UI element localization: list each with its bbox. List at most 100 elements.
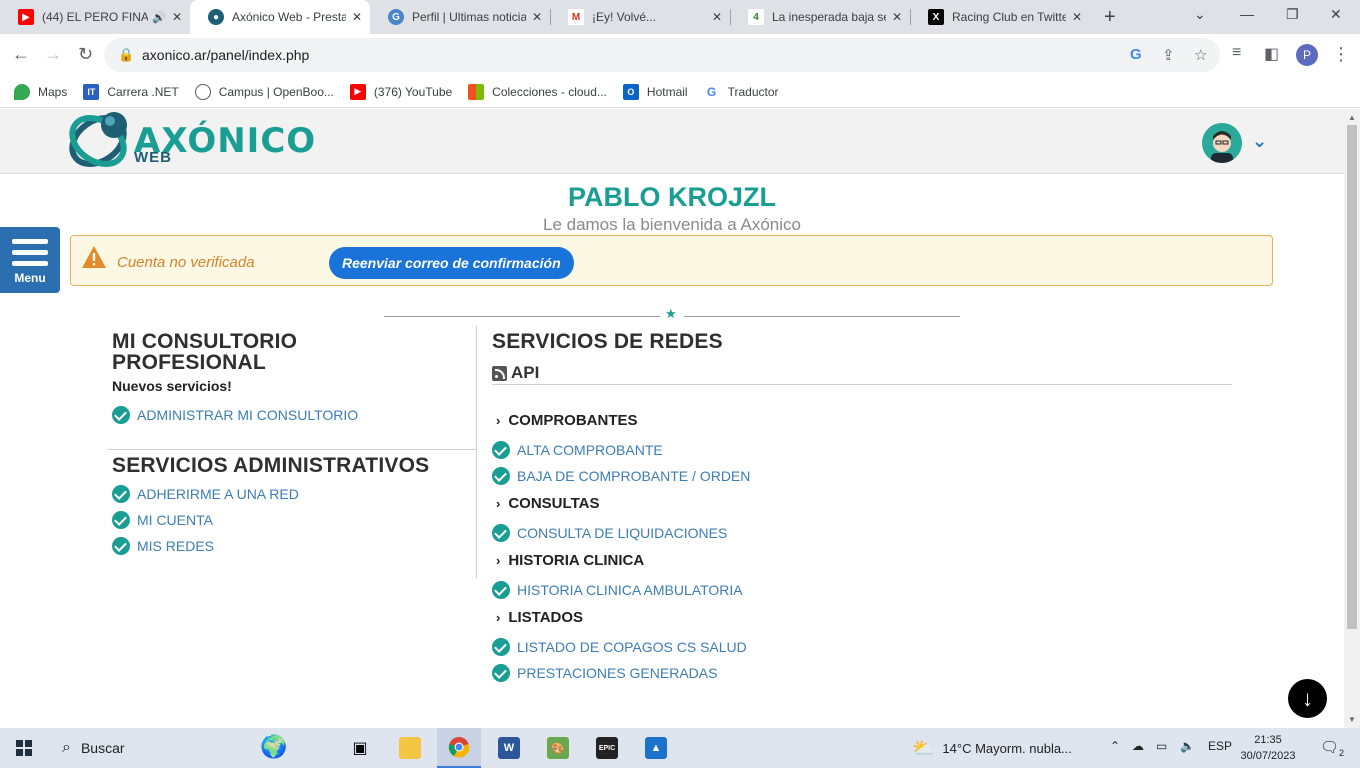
consulta-liquidaciones-link[interactable]: CONSULTA DE LIQUIDACIONES (492, 524, 727, 542)
onedrive-icon[interactable]: ☁ (1132, 739, 1144, 753)
administrar-consultorio-link[interactable]: ADMINISTRAR MI CONSULTORIO (112, 406, 358, 424)
epic-games-icon[interactable]: EPIC (585, 728, 629, 768)
tray-chevron-icon[interactable]: ⌃ (1110, 739, 1120, 753)
prestaciones-generadas-link[interactable]: PRESTACIONES GENERADAS (492, 664, 717, 682)
menu-button[interactable]: Menu (0, 227, 60, 293)
tab-strip: ▶ (44) EL PERO FINA 🔊 ✕ ● Axónico Web - … (0, 0, 1360, 34)
file-explorer-icon[interactable] (388, 728, 432, 768)
bookmark-hotmail[interactable]: O Hotmail (622, 83, 688, 100)
group-listados[interactable]: › LISTADOS (496, 609, 583, 626)
speaker-icon[interactable]: 🔊 (152, 11, 166, 24)
alta-comprobante-link[interactable]: ALTA COMPROBANTE (492, 441, 663, 459)
bookmark-maps[interactable]: Maps (14, 83, 68, 100)
user-name: PABLO KROJZL (568, 182, 776, 212)
bookmark-colecciones[interactable]: Colecciones - cloud... (468, 83, 607, 100)
tab-perfil[interactable]: G Perfil | Ultimas noticia ✕ (370, 0, 550, 34)
close-icon[interactable]: ✕ (1072, 10, 1082, 24)
window-close-icon[interactable]: ✕ (1330, 6, 1342, 23)
scroll-up-arrow-icon[interactable]: ▲ (1348, 113, 1356, 122)
bookmark-label: Campus | OpenBoo... (218, 84, 334, 99)
paint-icon[interactable]: 🎨 (536, 728, 580, 768)
reading-list-icon[interactable]: ≡ (1232, 44, 1241, 62)
mis-redes-link[interactable]: MIS REDES (112, 537, 214, 555)
bookmark-label: Maps (38, 84, 68, 99)
tab-ole[interactable]: 4 La inesperada baja se ✕ (730, 0, 910, 34)
dotnet-icon: IT (83, 83, 100, 100)
url-text[interactable]: axonico.ar/panel/index.php (142, 47, 309, 63)
alert-message: Cuenta no verificada (117, 254, 255, 271)
axonico-logo[interactable]: AXÓNICO WEB (68, 109, 318, 173)
bookmark-traductor[interactable]: G Traductor (703, 83, 779, 100)
tab-search-icon[interactable]: ⌄ (1194, 6, 1206, 23)
profile-avatar[interactable]: P (1296, 44, 1318, 66)
restore-icon[interactable]: ❐ (1286, 6, 1299, 23)
scroll-down-arrow-icon[interactable]: ▼ (1348, 715, 1356, 724)
word-icon[interactable]: W (487, 728, 531, 768)
bookmark-campus[interactable]: Campus | OpenBoo... (194, 83, 334, 100)
notifications-icon[interactable]: 🗨2 (1320, 738, 1344, 758)
back-icon[interactable]: ← (12, 44, 30, 65)
windows-start-icon[interactable] (16, 740, 32, 756)
check-circle-icon (112, 537, 130, 555)
group-comprobantes[interactable]: › COMPROBANTES (496, 412, 638, 429)
link-label: ALTA COMPROBANTE (517, 442, 663, 458)
new-tab-button[interactable]: + (1104, 6, 1116, 29)
group-label: CONSULTAS (508, 495, 600, 512)
weather-widget[interactable]: ⛅ 14°C Mayorm. nubla... (912, 738, 1072, 759)
side-panel-icon[interactable]: ◧ (1264, 44, 1279, 64)
taskbar-clock[interactable]: 21:35 30/07/2023 (1236, 732, 1300, 764)
tab-gmail[interactable]: M ¡Ey! Volvé... ✕ (550, 0, 730, 34)
volume-icon[interactable]: 🔈 (1180, 739, 1195, 753)
lock-icon[interactable]: 🔒 (118, 47, 134, 63)
api-link[interactable]: API (492, 363, 539, 383)
maps-icon (14, 83, 30, 100)
taskbar-search[interactable]: ⌕ Buscar 🌍 (48, 728, 338, 768)
chrome-icon[interactable] (437, 728, 481, 768)
group-consultas[interactable]: › CONSULTAS (496, 495, 599, 512)
listado-copagos-link[interactable]: LISTADO DE COPAGOS CS SALUD (492, 638, 747, 656)
adherirme-red-link[interactable]: ADHERIRME A UNA RED (112, 485, 299, 503)
photos-icon[interactable]: ▲ (634, 728, 678, 768)
scroll-down-button[interactable]: ↓ (1288, 679, 1327, 718)
check-circle-icon (112, 406, 130, 424)
user-avatar[interactable] (1202, 123, 1242, 163)
check-circle-icon (112, 485, 130, 503)
network-icon[interactable]: ▭ (1156, 739, 1167, 753)
tab-axonico[interactable]: ● Axónico Web - Presta ✕ (190, 0, 370, 34)
scrollbar-thumb[interactable] (1347, 125, 1357, 629)
outlook-icon: O (622, 83, 639, 100)
share-icon[interactable]: ⇪ (1162, 46, 1175, 64)
chevron-down-icon[interactable]: ⌄ (1252, 131, 1267, 152)
close-icon[interactable]: ✕ (892, 10, 902, 24)
forward-icon[interactable]: → (44, 44, 62, 65)
page-scrollbar[interactable]: ▲ ▼ (1344, 109, 1360, 728)
tab-twitter[interactable]: X Racing Club en Twitte ✕ (910, 0, 1090, 34)
google-lens-icon[interactable]: G (1130, 46, 1142, 63)
language-indicator[interactable]: ESP (1208, 739, 1232, 753)
bookmark-star-icon[interactable]: ☆ (1194, 46, 1207, 64)
close-icon[interactable]: ✕ (532, 10, 542, 24)
resend-confirmation-button[interactable]: Reenviar correo de confirmación (329, 247, 574, 279)
check-circle-icon (492, 638, 510, 656)
more-menu-icon[interactable]: ⋮ (1332, 44, 1350, 65)
bookmark-label: (376) YouTube (373, 84, 453, 99)
group-historia-clinica[interactable]: › HISTORIA CLINICA (496, 552, 644, 569)
consultorio-subtitle: Nuevos servicios! (112, 378, 232, 394)
link-label: BAJA DE COMPROBANTE / ORDEN (517, 468, 751, 484)
close-icon[interactable]: ✕ (172, 10, 182, 24)
mi-cuenta-link[interactable]: MI CUENTA (112, 511, 213, 529)
baja-comprobante-link[interactable]: BAJA DE COMPROBANTE / ORDEN (492, 467, 750, 485)
divider-line (384, 316, 660, 317)
bookmark-youtube[interactable]: ▶ (376) YouTube (349, 83, 453, 100)
task-view-icon[interactable]: ▣ (338, 728, 382, 768)
tab-youtube[interactable]: ▶ (44) EL PERO FINA 🔊 ✕ (0, 0, 190, 34)
address-bar[interactable]: 🔒 axonico.ar/panel/index.php G ⇪ ☆ (104, 38, 1220, 72)
youtube-icon: ▶ (18, 9, 34, 25)
close-icon[interactable]: ✕ (352, 10, 362, 24)
bookmark-carrera-net[interactable]: IT Carrera .NET (83, 83, 179, 100)
close-icon[interactable]: ✕ (712, 10, 722, 24)
minimize-icon[interactable]: — (1240, 6, 1254, 22)
historia-clinica-ambulatoria-link[interactable]: HISTORIA CLINICA AMBULATORIA (492, 581, 743, 599)
reload-icon[interactable]: ↻ (78, 44, 93, 65)
check-circle-icon (492, 581, 510, 599)
